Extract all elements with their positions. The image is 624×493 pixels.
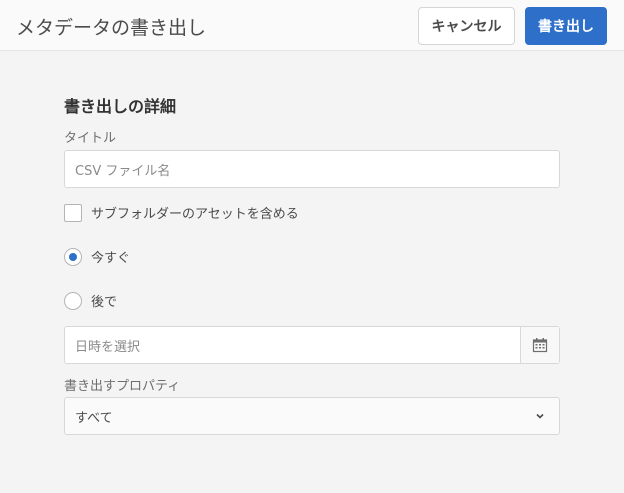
header: メタデータの書き出し キャンセル 書き出し [0,0,624,51]
title-placeholder: CSV ファイル名 [75,163,171,179]
properties-label: 書き出すプロパティ [64,379,181,394]
properties-value: すべて [75,410,113,426]
datetime-input[interactable]: 日時を選択 [64,326,560,364]
title-input[interactable]: CSV ファイル名 [64,150,560,188]
radio-later[interactable]: 後で [64,291,117,310]
section-title: 書き出しの詳細 [64,97,177,116]
subfolder-label: サブフォルダーのアセットを含める [91,207,299,222]
radio-later-circle[interactable] [64,291,82,310]
radio-now-circle[interactable] [64,247,82,266]
properties-select[interactable]: すべて [64,397,560,435]
page-title: メタデータの書き出し [16,17,207,39]
title-label: タイトル [64,131,117,146]
datetime-placeholder: 日時を選択 [75,339,141,355]
chevron-down-icon [536,413,544,419]
export-button[interactable]: 書き出し [525,7,607,45]
now-label: 今すぐ [91,251,131,266]
radio-now[interactable]: 今すぐ [64,247,130,266]
cancel-button[interactable]: キャンセル [418,7,515,45]
later-label: 後で [91,295,118,310]
subfolder-checkbox[interactable]: サブフォルダーのアセットを含める [64,203,299,222]
calendar-button[interactable] [520,327,559,363]
calendar-icon [532,338,548,353]
checkbox-box[interactable] [64,203,82,222]
